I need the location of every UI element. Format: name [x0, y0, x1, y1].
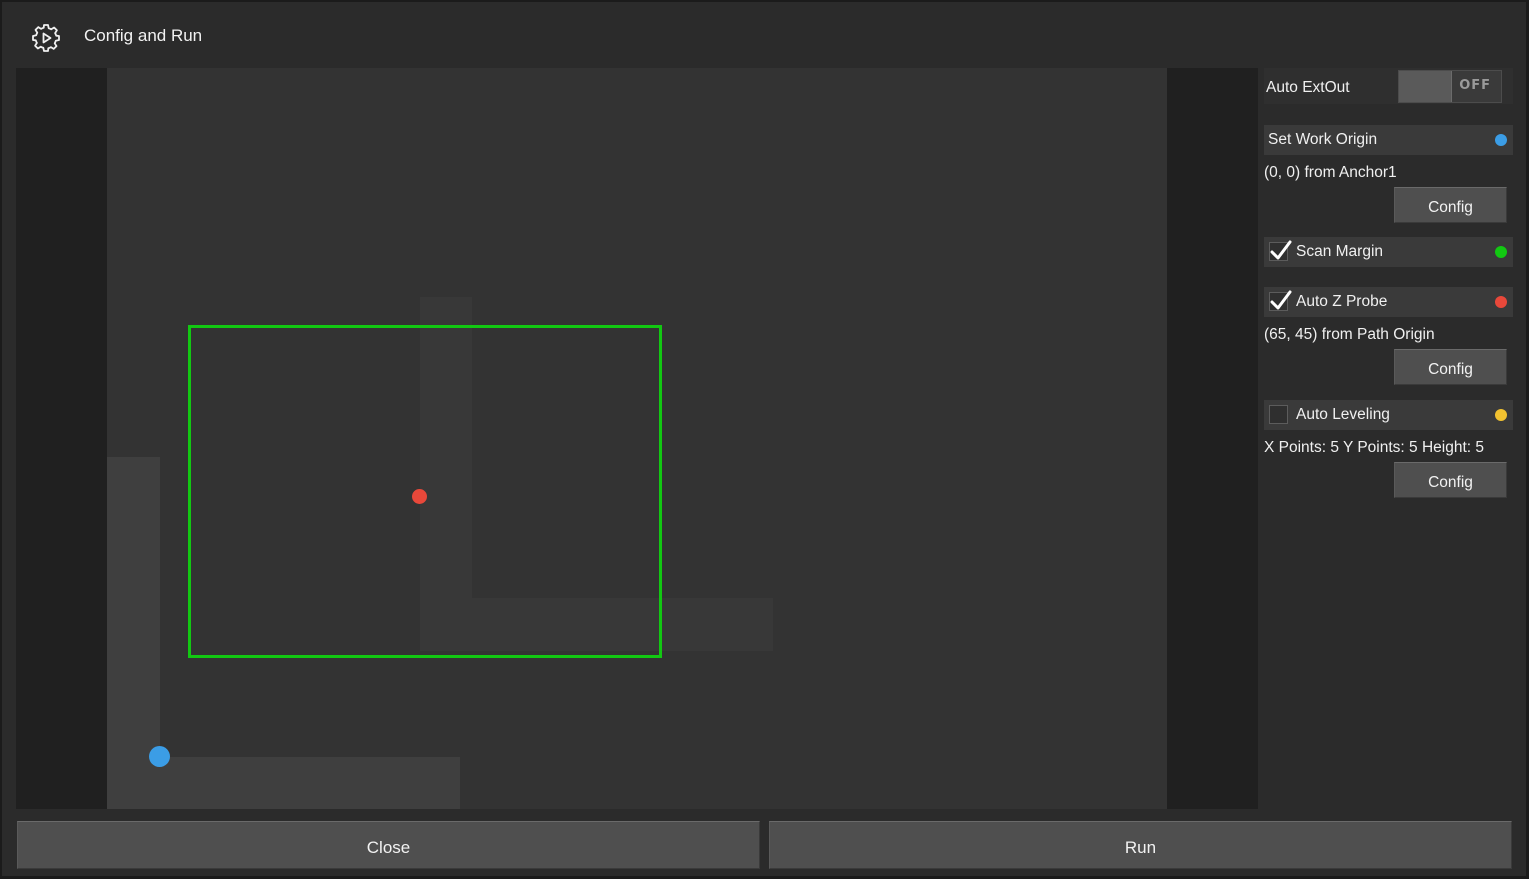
z-probe-config-button[interactable]: Config	[1394, 349, 1507, 385]
auto-leveling-info: X Points: 5 Y Points: 5 Height: 5	[1264, 439, 1485, 456]
auto-extout-label: Auto ExtOut	[1266, 79, 1350, 96]
auto-extout-row: Auto ExtOut OFF	[1264, 68, 1513, 104]
work-origin-marker	[149, 746, 170, 767]
set-work-origin-label: Set Work Origin	[1268, 131, 1378, 148]
dialog-title: Config and Run	[84, 26, 203, 45]
scan-margin-label: Scan Margin	[1296, 243, 1384, 260]
settings-panel: Auto ExtOut OFF Set Work Origin (0, 0) f…	[1264, 68, 1514, 508]
auto-leveling-label: Auto Leveling	[1296, 406, 1390, 423]
work-area	[107, 68, 1167, 809]
auto-leveling-checkbox[interactable]	[1269, 405, 1288, 424]
auto-extout-toggle[interactable]: OFF	[1398, 70, 1502, 103]
auto-z-probe-label: Auto Z Probe	[1296, 293, 1388, 310]
gear-play-icon	[30, 22, 62, 54]
auto-leveling-row[interactable]: Auto Leveling	[1264, 400, 1513, 430]
title-bar: Config and Run	[2, 2, 1526, 68]
scan-margin-indicator	[1495, 246, 1507, 258]
config-and-run-dialog: Config and Run Auto ExtOut OFF Set Work …	[2, 2, 1526, 876]
z-probe-indicator	[1495, 296, 1507, 308]
workpiece-shape	[160, 757, 460, 809]
scan-margin-checkbox[interactable]	[1269, 240, 1292, 261]
z-probe-info: (65, 45) from Path Origin	[1264, 326, 1435, 343]
checkmark-icon	[1270, 240, 1292, 260]
path-preview[interactable]	[16, 68, 1258, 809]
close-button[interactable]: Close	[17, 821, 760, 869]
z-probe-marker	[412, 489, 427, 504]
toggle-state: OFF	[1459, 78, 1491, 93]
work-origin-info: (0, 0) from Anchor1	[1264, 164, 1397, 181]
toggle-knob	[1399, 71, 1452, 102]
set-work-origin-row[interactable]: Set Work Origin	[1264, 125, 1513, 155]
auto-leveling-indicator	[1495, 409, 1507, 421]
auto-leveling-config-button[interactable]: Config	[1394, 462, 1507, 498]
run-button[interactable]: Run	[769, 821, 1512, 869]
auto-z-probe-checkbox[interactable]	[1269, 290, 1292, 311]
work-origin-config-button[interactable]: Config	[1394, 187, 1507, 223]
auto-z-probe-row[interactable]: Auto Z Probe	[1264, 287, 1513, 317]
checkmark-icon	[1270, 290, 1292, 310]
work-origin-indicator	[1495, 134, 1507, 146]
scan-margin-row[interactable]: Scan Margin	[1264, 237, 1513, 267]
